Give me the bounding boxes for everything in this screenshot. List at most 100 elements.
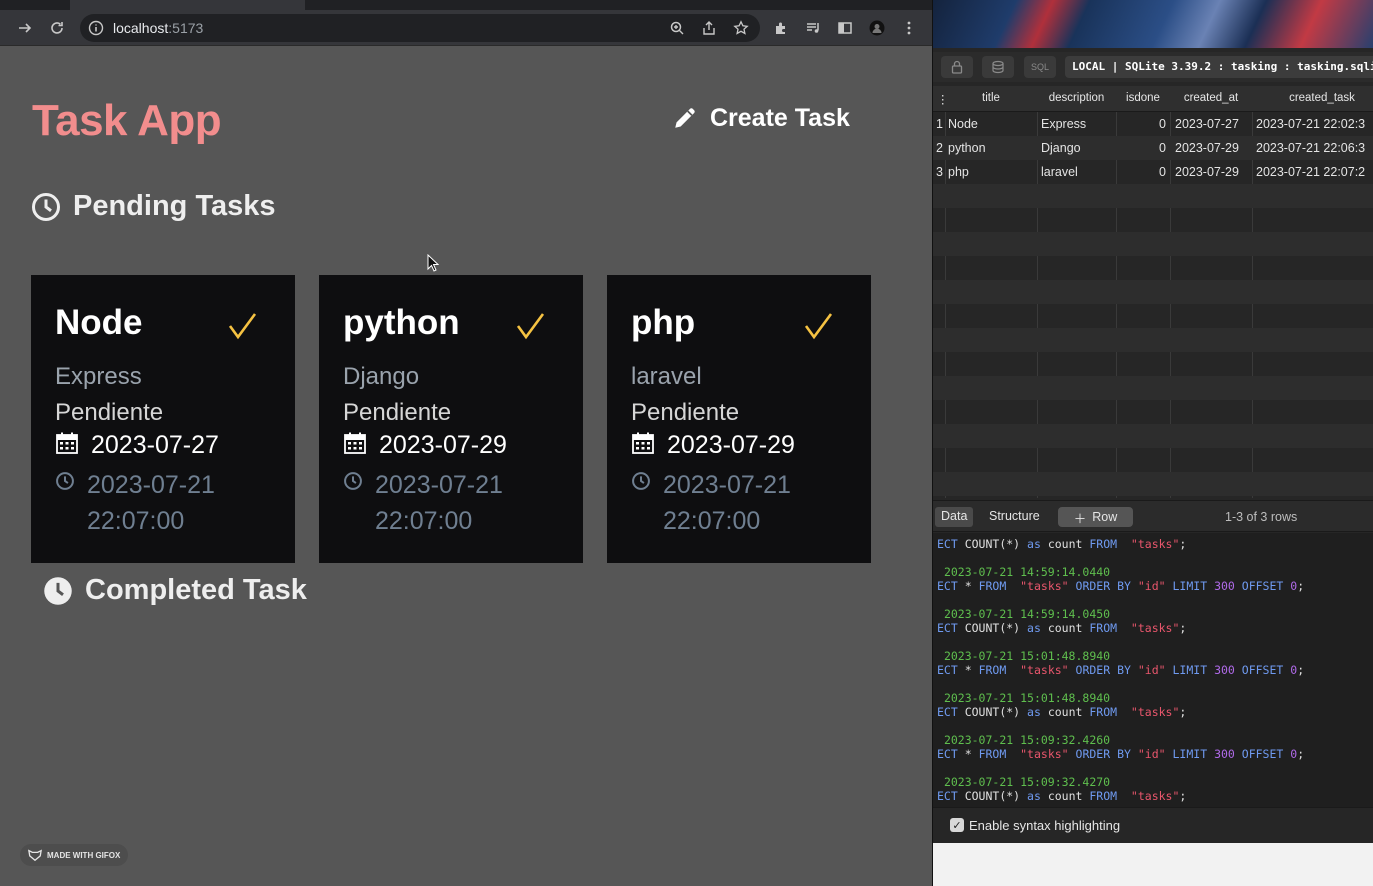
lock-icon[interactable] — [941, 56, 973, 78]
site-info-icon[interactable] — [88, 20, 104, 36]
log-options-bar: ✓ Enable syntax highlighting — [933, 807, 1373, 843]
task-status: Pendiente — [55, 399, 164, 426]
plus-icon: ＋ — [1073, 511, 1087, 526]
sql-client-toolbar: SQL LOCAL | SQLite 3.39.2 : tasking : ta… — [933, 52, 1373, 82]
mark-done-check-icon[interactable] — [227, 311, 257, 341]
clock-icon — [44, 576, 72, 605]
task-card: python Django Pendiente 2023-07-29 2023-… — [319, 275, 583, 563]
calendar-icon — [56, 432, 78, 454]
share-icon[interactable] — [698, 17, 720, 39]
log-line: 2023-07-21 15:01:48.8940 — [943, 691, 1111, 705]
log-line: ECT * FROM "tasks" ORDER BY "id" LIMIT 3… — [937, 747, 1305, 761]
task-description: Django — [343, 363, 420, 390]
browser-tab[interactable] — [70, 0, 305, 10]
clock-icon — [632, 472, 650, 490]
create-task-label: Create Task — [710, 103, 850, 132]
sql-button[interactable]: SQL — [1024, 56, 1056, 78]
task-created-at: 2023-07-21 22:07:00 — [631, 467, 813, 539]
forward-icon[interactable] — [14, 17, 36, 39]
column-header-created-task[interactable]: created_task — [1252, 92, 1373, 104]
log-line: 2023-07-21 14:59:14.0440 — [943, 565, 1111, 579]
empty-row — [933, 280, 1373, 304]
tab-strip — [0, 0, 932, 10]
empty-row — [933, 232, 1373, 256]
log-line: ECT * FROM "tasks" ORDER BY "id" LIMIT 3… — [937, 663, 1305, 677]
table-row[interactable]: 1 Node Express 0 2023-07-27 2023-07-21 2… — [933, 112, 1373, 136]
connection-status: LOCAL | SQLite 3.39.2 : tasking : taskin… — [1065, 56, 1373, 78]
grid-header: ⋮ title description isdone created_at cr… — [933, 86, 1373, 112]
column-header-id[interactable]: ⋮ — [937, 92, 949, 106]
fox-logo-icon — [28, 849, 42, 862]
bookmark-star-icon[interactable] — [730, 17, 752, 39]
table-row[interactable]: 2 python Django 0 2023-07-29 2023-07-21 … — [933, 136, 1373, 160]
address-bar[interactable]: localhost:5173 — [80, 14, 760, 42]
empty-row — [933, 328, 1373, 352]
query-log: ECT COUNT(*) as count FROM "tasks"; 2023… — [933, 533, 1373, 807]
log-line: 2023-07-21 14:59:14.0450 — [943, 607, 1111, 621]
url-text: localhost:5173 — [113, 20, 204, 36]
add-row-button[interactable]: ＋ Row — [1058, 507, 1133, 527]
more-menu-icon[interactable] — [898, 17, 920, 39]
task-app-page: Task App Create Task Pending Tasks Node … — [0, 46, 932, 886]
task-card: Node Express Pendiente 2023-07-27 2023-0… — [31, 275, 295, 563]
empty-row — [933, 472, 1373, 496]
log-line: 2023-07-21 15:09:32.4260 — [943, 733, 1111, 747]
extensions-icon[interactable] — [770, 17, 792, 39]
task-due-date: 2023-07-29 — [631, 431, 795, 460]
table-row[interactable]: 3 php laravel 0 2023-07-29 2023-07-21 22… — [933, 160, 1373, 184]
column-header-title[interactable]: title — [945, 92, 1037, 104]
mouse-cursor-icon — [427, 254, 439, 272]
profile-avatar[interactable] — [866, 17, 888, 39]
clock-icon — [56, 472, 74, 490]
zoom-icon[interactable] — [666, 17, 688, 39]
pencil-icon — [675, 108, 695, 128]
database-icon[interactable] — [982, 56, 1014, 78]
mark-done-check-icon[interactable] — [515, 311, 545, 341]
task-status: Pendiente — [343, 399, 452, 426]
log-line: ECT * FROM "tasks" ORDER BY "id" LIMIT 3… — [937, 579, 1305, 593]
clock-icon — [32, 192, 60, 221]
task-description: Express — [55, 363, 142, 390]
log-line: ECT COUNT(*) as count FROM "tasks"; — [937, 705, 1187, 719]
task-title: python — [343, 303, 460, 342]
side-panel-icon[interactable] — [834, 17, 856, 39]
task-card: php laravel Pendiente 2023-07-29 2023-07… — [607, 275, 871, 563]
create-task-button[interactable]: Create Task — [672, 98, 850, 138]
completed-tasks-heading: Completed Task — [43, 574, 307, 607]
task-status: Pendiente — [631, 399, 740, 426]
task-title: Node — [55, 303, 143, 342]
browser-toolbar: localhost:5173 — [0, 10, 932, 46]
reload-icon[interactable] — [46, 17, 68, 39]
gifox-badge: MADE WITH GIFOX — [20, 844, 129, 866]
data-grid: ⋮ title description isdone created_at cr… — [933, 86, 1373, 498]
media-control-icon[interactable] — [802, 17, 824, 39]
syntax-highlighting-label: Enable syntax highlighting — [969, 818, 1121, 833]
desktop-wallpaper — [933, 0, 1373, 48]
grid-footer: Data Structure ＋ Row 1-3 of 3 rows — [933, 500, 1373, 532]
task-due-date: 2023-07-27 — [55, 431, 219, 460]
calendar-icon — [632, 432, 654, 454]
task-due-date: 2023-07-29 — [343, 431, 507, 460]
column-header-created-at[interactable]: created_at — [1170, 92, 1252, 104]
rows-count: 1-3 of 3 rows — [1225, 510, 1298, 524]
calendar-icon — [344, 432, 366, 454]
empty-row — [933, 376, 1373, 400]
log-line: ECT COUNT(*) as count FROM "tasks"; — [937, 537, 1187, 551]
log-line: 2023-07-21 15:09:32.4270 — [943, 775, 1111, 789]
task-created-at: 2023-07-21 22:07:00 — [55, 467, 237, 539]
mark-done-check-icon[interactable] — [803, 311, 833, 341]
column-header-description[interactable]: description — [1037, 92, 1116, 104]
tab-data[interactable]: Data — [935, 507, 974, 527]
log-line: ECT COUNT(*) as count FROM "tasks"; — [937, 621, 1187, 635]
browser-window: localhost:5173 Task App Create Task Pend… — [0, 0, 932, 886]
log-line: 2023-07-21 15:01:48.8940 — [943, 649, 1111, 663]
app-title: Task App — [32, 96, 222, 145]
desktop-background — [933, 843, 1373, 886]
task-title: php — [631, 303, 696, 342]
task-created-at: 2023-07-21 22:07:00 — [343, 467, 525, 539]
sql-client-window: SQL LOCAL | SQLite 3.39.2 : tasking : ta… — [932, 0, 1373, 886]
clock-icon — [344, 472, 362, 490]
tab-structure[interactable]: Structure — [983, 507, 1046, 527]
syntax-highlighting-checkbox[interactable]: ✓ — [950, 818, 964, 832]
column-header-isdone[interactable]: isdone — [1116, 92, 1170, 104]
